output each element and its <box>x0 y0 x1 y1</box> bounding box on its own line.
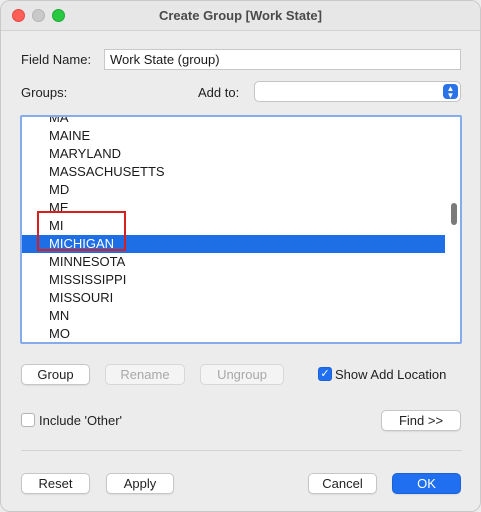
list-item[interactable]: MD <box>22 181 445 199</box>
list-scrollbar[interactable] <box>451 203 457 225</box>
include-other-label: Include 'Other' <box>39 413 123 428</box>
list-item[interactable]: MISSISSIPPI <box>22 271 445 289</box>
find-button[interactable]: Find >> <box>381 410 461 431</box>
group-button[interactable]: Group <box>21 364 90 385</box>
list-item[interactable]: MISSOURI <box>22 289 445 307</box>
reset-button[interactable]: Reset <box>21 473 90 494</box>
list-item[interactable]: ME <box>22 199 445 217</box>
list-item[interactable]: MN <box>22 307 445 325</box>
show-add-location-label: Show Add Location <box>335 367 447 382</box>
chevron-updown-icon: ▲ ▼ <box>443 84 458 100</box>
list-item[interactable]: MAINE <box>22 127 445 145</box>
list-item[interactable]: MI <box>22 217 445 235</box>
list-item[interactable]: MARYLAND <box>22 145 445 163</box>
field-name-label: Field Name: <box>21 52 92 67</box>
title-bar: Create Group [Work State] <box>1 1 480 31</box>
list-item[interactable]: MICHIGAN <box>22 235 445 253</box>
list-item[interactable]: MINNESOTA <box>22 253 445 271</box>
window-title: Create Group [Work State] <box>158 8 322 23</box>
groups-label: Groups: <box>21 85 68 100</box>
create-group-dialog: Create Group [Work State] Field Name: Wo… <box>0 0 481 512</box>
members-list[interactable]: MA MAINE MARYLAND MASSACHUSETTS MD ME MI MICHIG… <box>20 115 462 344</box>
ungroup-button[interactable]: Ungroup <box>200 364 284 385</box>
add-to-label: Add to: <box>198 85 240 100</box>
apply-button[interactable]: Apply <box>106 473 174 494</box>
include-other-checkbox[interactable] <box>21 413 35 427</box>
list-item[interactable]: MASSACHUSETTS <box>22 163 445 181</box>
list-item[interactable]: MA <box>22 117 445 127</box>
field-name-input[interactable]: Work State (group) <box>104 49 461 70</box>
cancel-button[interactable]: Cancel <box>308 473 377 494</box>
list-item[interactable]: MONTANA <box>22 343 445 344</box>
footer-divider <box>21 450 462 451</box>
rename-button[interactable]: Rename <box>105 364 185 385</box>
show-add-location-checkbox[interactable]: ✓ <box>318 367 332 381</box>
add-to-select[interactable]: ▲ ▼ <box>254 81 461 102</box>
list-item[interactable]: MO <box>22 325 445 342</box>
ok-button[interactable]: OK <box>392 473 461 494</box>
